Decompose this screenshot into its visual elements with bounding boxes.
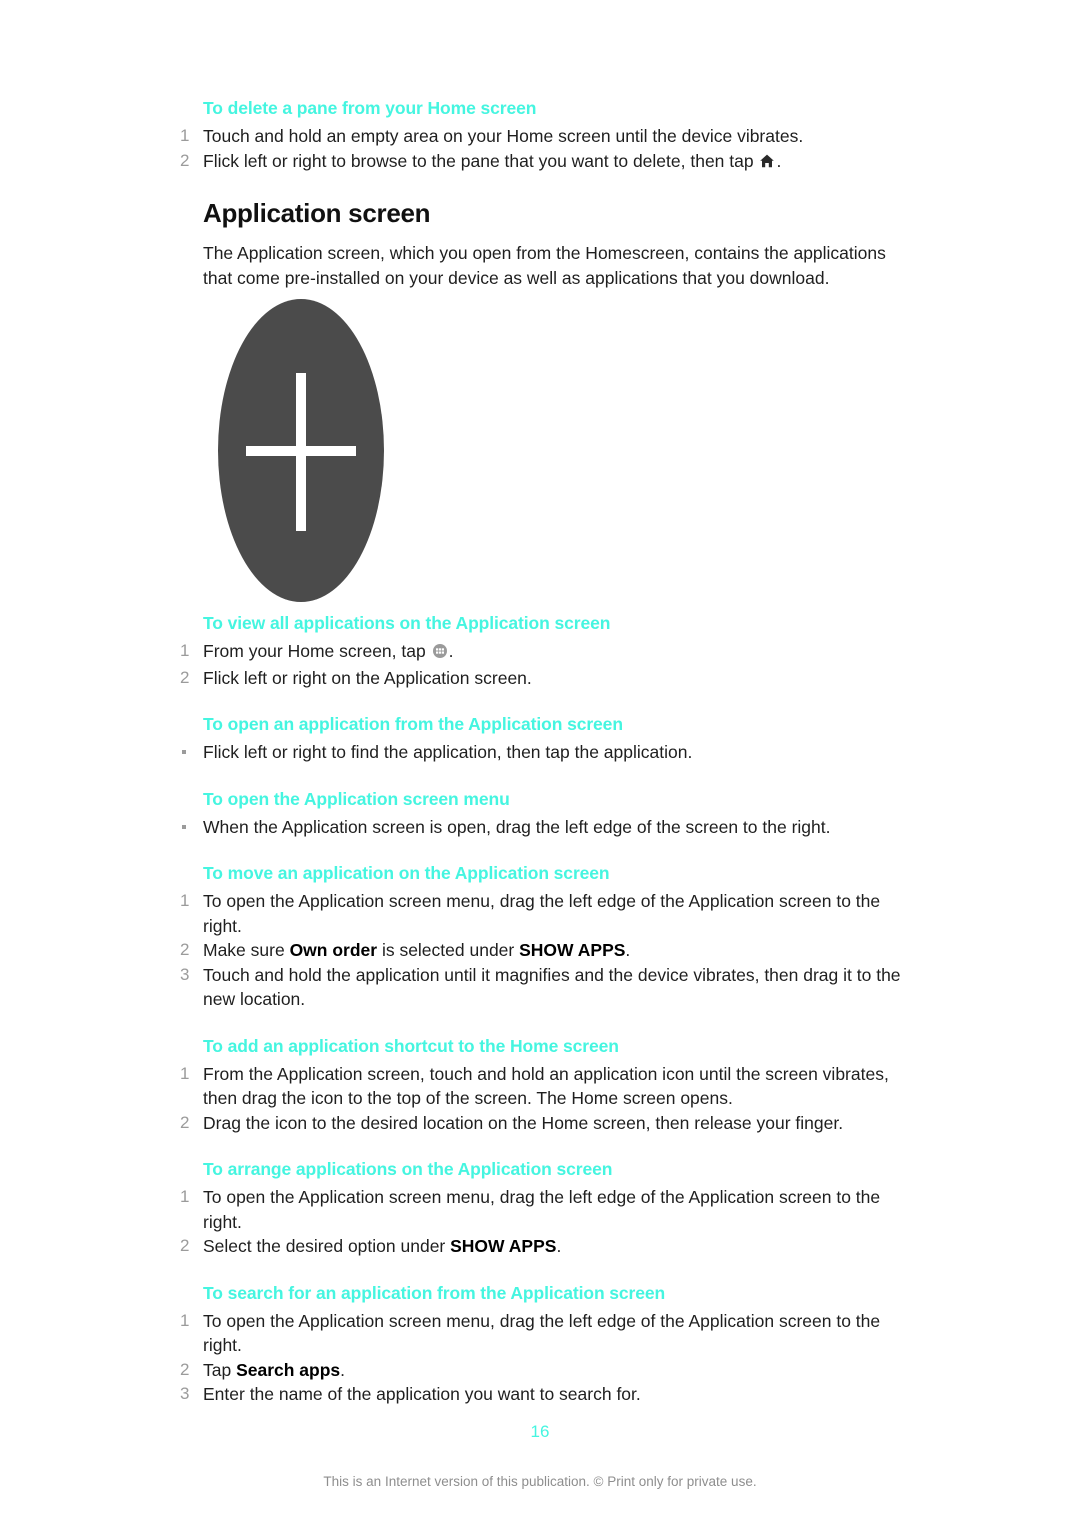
list-item: 2 Tap Search apps. <box>180 1358 904 1383</box>
step-text: Touch and hold an empty area on your Hom… <box>203 126 804 146</box>
step-marker: 2 <box>180 1236 190 1255</box>
emphasis-show-apps: SHOW APPS <box>450 1236 557 1256</box>
list-item: Flick left or right to find the applicat… <box>180 740 904 765</box>
apps-grid-icon <box>432 641 448 666</box>
list-item: 2 Select the desired option under SHOW A… <box>180 1234 904 1259</box>
list-item: 3 Enter the name of the application you … <box>180 1382 904 1407</box>
section-heading-arrange-applications: To arrange applications on the Applicati… <box>203 1159 613 1179</box>
list-item: 2 Flick left or right on the Application… <box>180 666 904 691</box>
step-text-suffix: . <box>448 641 454 661</box>
step-marker: 1 <box>180 126 190 145</box>
ellipse-graphic <box>218 299 384 602</box>
steps-search-application: 1 To open the Application screen menu, d… <box>180 1309 904 1407</box>
steps-delete-pane: 1 Touch and hold an empty area on your H… <box>180 124 904 175</box>
step-text: To open the Application screen menu, dra… <box>203 891 881 936</box>
list-item: 1 To open the Application screen menu, d… <box>180 889 904 938</box>
application-screen-illustration <box>203 291 603 611</box>
step-marker: 2 <box>180 940 190 959</box>
step-text: Enter the name of the application you wa… <box>203 1384 641 1404</box>
bullet-icon <box>182 824 186 829</box>
list-item: 1 To open the Application screen menu, d… <box>180 1309 904 1358</box>
list-item: When the Application screen is open, dra… <box>180 815 904 840</box>
list-item: 2 Flick left or right to browse to the p… <box>180 149 904 176</box>
step-text: Select the desired option under <box>203 1236 451 1256</box>
step-text: Flick left or right on the Application s… <box>203 667 532 688</box>
intro-paragraph: The Application screen, which you open f… <box>203 243 886 288</box>
step-marker: 2 <box>180 1112 190 1132</box>
list-item: 2 Drag the icon to the desired location … <box>180 1111 904 1136</box>
section-heading-move-application: To move an application on the Applicatio… <box>203 863 610 883</box>
step-text-suffix: . <box>625 940 631 960</box>
home-icon <box>759 151 775 176</box>
cross-horizontal-bar <box>246 445 356 456</box>
list-item: 1 To open the Application screen menu, d… <box>180 1185 904 1234</box>
step-marker: 1 <box>180 1310 190 1330</box>
steps-arrange-applications: 1 To open the Application screen menu, d… <box>180 1185 904 1259</box>
step-text: Flick left or right to find the applicat… <box>203 742 693 762</box>
step-text: To open the Application screen menu, dra… <box>203 1310 881 1356</box>
emphasis-search-apps: Search apps <box>236 1359 341 1380</box>
steps-view-all-applications: 1 From your Home screen, tap . 2 Flick l… <box>180 639 904 690</box>
step-marker: 2 <box>180 667 190 687</box>
page-number: 16 <box>530 1422 550 1441</box>
list-item: 1 From your Home screen, tap . <box>180 639 904 666</box>
section-heading-delete-pane: To delete a pane from your Home screen <box>203 98 537 118</box>
step-text-mid: is selected under <box>377 940 520 960</box>
step-marker: 1 <box>180 641 190 660</box>
steps-add-shortcut: 1 From the Application screen, touch and… <box>180 1062 904 1136</box>
section-heading-search-application: To search for an application from the Ap… <box>203 1282 666 1303</box>
page-title: Application screen <box>203 198 431 228</box>
step-text: When the Application screen is open, dra… <box>203 816 831 837</box>
step-text: To open the Application screen menu, dra… <box>203 1187 881 1232</box>
step-marker: 1 <box>180 1187 190 1206</box>
list-item: 1 From the Application screen, touch and… <box>180 1062 904 1111</box>
step-marker: 1 <box>180 1063 190 1083</box>
step-marker: 3 <box>180 1384 190 1403</box>
list-item: 2 Make sure Own order is selected under … <box>180 938 904 963</box>
list-item: 3 Touch and hold the application until i… <box>180 963 904 1012</box>
steps-move-application: 1 To open the Application screen menu, d… <box>180 889 904 1012</box>
step-text: Touch and hold the application until it … <box>203 964 901 1010</box>
section-heading-open-menu: To open the Application screen menu <box>203 788 510 809</box>
step-marker: 2 <box>180 150 190 170</box>
bullet-icon <box>182 750 186 754</box>
step-text-suffix: . <box>556 1236 562 1256</box>
section-heading-view-all-applications: To view all applications on the Applicat… <box>203 613 611 633</box>
step-text-suffix: . <box>340 1359 346 1380</box>
step-text: From the Application screen, touch and h… <box>203 1063 889 1109</box>
step-marker: 2 <box>180 1359 190 1379</box>
step-text: Flick left or right to browse to the pan… <box>203 150 759 171</box>
page-content: To delete a pane from your Home screen 1… <box>180 96 904 1407</box>
list-item: 1 Touch and hold an empty area on your H… <box>180 124 904 149</box>
step-text: Make sure <box>203 940 290 960</box>
section-heading-add-shortcut: To add an application shortcut to the Ho… <box>203 1035 619 1056</box>
emphasis-show-apps: SHOW APPS <box>519 940 626 960</box>
step-marker: 3 <box>180 964 190 984</box>
manual-page: To delete a pane from your Home screen 1… <box>0 0 1080 1527</box>
step-text: From your Home screen, tap <box>203 641 431 661</box>
step-text: Tap <box>203 1359 237 1380</box>
emphasis-own-order: Own order <box>289 940 378 960</box>
section-heading-open-application: To open an application from the Applicat… <box>203 714 623 734</box>
steps-open-application: Flick left or right to find the applicat… <box>180 740 904 765</box>
steps-open-menu: When the Application screen is open, dra… <box>180 815 904 840</box>
step-text-suffix: . <box>776 150 782 171</box>
step-marker: 1 <box>180 891 190 910</box>
step-text: Drag the icon to the desired location on… <box>203 1112 844 1133</box>
footer-note: This is an Internet version of this publ… <box>323 1474 757 1489</box>
